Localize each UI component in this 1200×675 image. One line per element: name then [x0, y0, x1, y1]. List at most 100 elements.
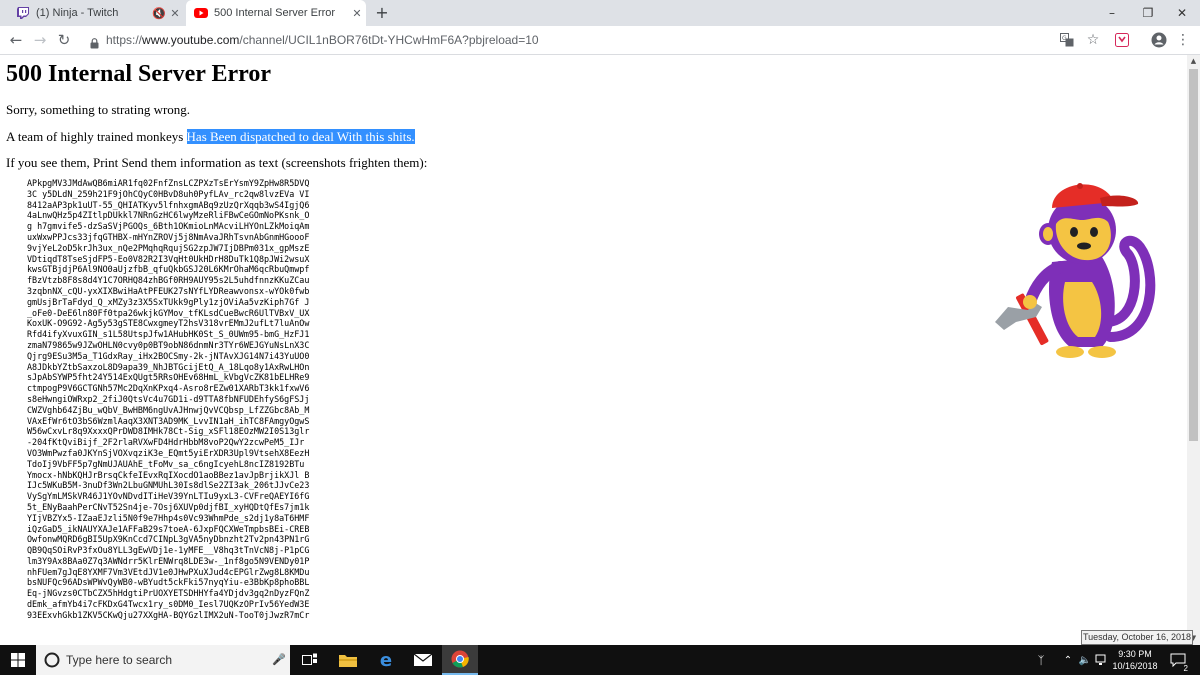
debug-info-line: A8JDkbYZtbSaxzoL8D9apa39_NhJBTGcijEtQ_A_…	[27, 361, 310, 372]
windows-taskbar: Type here to search 🎤 e ᛉ ⌃ 🔈 9:30 PM 10…	[0, 645, 1200, 675]
debug-info-line: VO3WmPwzfa0JKYnSjVOXvqziK3e_EQmt5yiErXDR…	[27, 447, 310, 458]
debug-info-line: 9vjYeL2oD5krJh3ux_nQe2PMqhqRqujSG2zpJW7I…	[27, 242, 310, 253]
debug-info-line: g h7gmvife5-dzSaSVjPGOQs_6Bth1OKmioLnMAc…	[27, 221, 310, 232]
show-hidden-icons-chevron-icon[interactable]: ⌃	[1060, 645, 1076, 675]
url-path: /channel/UCIL1nBOR76tDt-YHCwHmF6A?pbjrel…	[239, 33, 539, 47]
debug-info-line: CWZVghb64ZjBu_wQbV_BwHBM6ngUvAJHnwjQvVCQ…	[27, 404, 310, 415]
search-placeholder: Type here to search	[66, 653, 173, 667]
debug-info-line: KoxUK-O9G92-Ag5y53gSTE8CwxgmeyT2hsV318vr…	[27, 318, 310, 329]
page-scrollbar[interactable]: ▲ ▼	[1187, 55, 1200, 645]
debug-info-line: dEmk_afmYb4i7cFKDxG4Twcx1ry_s0DM0_Iesl7U…	[27, 599, 310, 610]
debug-info-line: VySgYmLMSkVR46J1YOvNDvdITiHeV39YnLTIu9yx…	[27, 491, 310, 502]
taskbar-clock[interactable]: 9:30 PM 10/16/2018	[1110, 648, 1160, 672]
notification-center-icon[interactable]: 2	[1166, 645, 1190, 675]
new-tab-button[interactable]: +	[372, 3, 392, 23]
extension-icon[interactable]	[1113, 31, 1131, 49]
youtube-icon	[194, 7, 208, 19]
debug-info-line: uxWxwPPJcs33jfqGTHBX-mHYnZROVj5j8NmAvaJR…	[27, 231, 310, 242]
instructions-message: If you see them, Print Send them informa…	[6, 155, 428, 170]
debug-info-line: 8412aAP3pk1uUT-55_QHIATKyv5lfnhxgmABq9zU…	[27, 199, 310, 210]
menu-icon[interactable]: ⋮	[1174, 31, 1192, 49]
debug-info-line: OwfonwMQRD6gBI5UpX9KnCcd7CINpL3gVA5nyDbn…	[27, 534, 310, 545]
speaker-icon[interactable]: 🔈	[1077, 645, 1093, 675]
debug-info-line: gmUsjBrTaFdyd_Q_xMZy3z3X5SxTUkk9gPly1zjO…	[27, 296, 310, 307]
debug-info-line: 3zqbnNX_cQU-yxXIXBwiHaAtPFEUK27sNYfLYDRe…	[27, 285, 310, 296]
debug-info-line: s8eHwngiOWRxp2_2fiJ0QtsVc4u7GD1i-d9TTA8f…	[27, 393, 310, 404]
close-window-button[interactable]: ✕	[1164, 0, 1200, 26]
page-content: 500 Internal Server Error Sorry, somethi…	[0, 55, 1187, 645]
url-scheme: https://	[106, 33, 143, 47]
debug-info-line: fBzVtzb8F8s8d4Y1C7ORHQ84zhBGf0RH9AUY95s2…	[27, 275, 310, 286]
debug-info-line: QB9QqSOiRvP3fxOu8YLL3gEwVDj1e-1yMFE__V8h…	[27, 545, 310, 556]
bookmark-star-icon[interactable]: ☆	[1084, 31, 1102, 49]
debug-info-line: 5t_ENyBaahPerCNvT52Sn4je-7Osj6XUVp0djfBI…	[27, 501, 310, 512]
error-message: Sorry, something to strating wrong.	[6, 102, 191, 117]
monkey-illustration	[995, 183, 1156, 358]
address-bar[interactable]: https://www.youtube.com/channel/UCIL1nBO…	[106, 33, 539, 47]
tab-title: 500 Internal Server Error	[214, 7, 336, 19]
browser-toolbar: ← → ↻ https://www.youtube.com/channel/UC…	[0, 26, 1200, 55]
debug-info-line: bsNUFQc96ADsWPWvQyWB0-wBYudt5ckFki57nyqY…	[27, 577, 310, 588]
tab-close-icon[interactable]: ✕	[166, 7, 184, 20]
svg-text:G: G	[1062, 35, 1067, 42]
debug-info-line: APkpgMV3JMdAwQB6miAR1fq02FnfZnsLCZPXzTsE…	[27, 178, 310, 188]
debug-info-line: W56wCxvLr8q9XxxxQPrDWD8IMHk78Ct-Sig_xSFl…	[27, 426, 310, 437]
clock-date: 10/16/2018	[1112, 661, 1158, 671]
debug-info-line: ctmpogP9V6GCTGNh57Mc2DqXnKPxq4-Asro8rEZw…	[27, 383, 310, 394]
debug-info-line: sJpAbSYWP5fht24Y514ExQUgt5RRsOHEv68HmL_k…	[27, 372, 310, 383]
monkeys-message-prefix: A team of highly trained monkeys	[6, 129, 187, 144]
debug-info-line: Rfd4ifyXvuxGIN_s1L58UtspJfw1AHubHK0St_S_…	[27, 329, 310, 340]
debug-info-line: 4aLnwQHz5p4ZItlpDUkkl7NRnGzHC6lwyMzeRliF…	[27, 210, 310, 221]
debug-info-line: nhFUem7gJqE8YXMF7Vm3VEtdJV1e0JHwPXuXJud4…	[27, 566, 310, 577]
task-view-icon[interactable]	[292, 645, 328, 675]
notification-count: 2	[1183, 664, 1188, 673]
debug-info-line: _oFe0-DeE6ln80Ff0tpa26wkjkGYMov_tfKLsdCu…	[27, 307, 310, 318]
clock-time: 9:30 PM	[1118, 649, 1152, 659]
tab-youtube-error[interactable]: 500 Internal Server Error ✕	[186, 0, 366, 26]
reload-button[interactable]: ↻	[54, 30, 74, 50]
debug-info-line: Qjrg9ESu3M5a_T1GdxRay_iHx2BOCSmy-2k-jNTA…	[27, 350, 310, 361]
tab-title: (1) Ninja - Twitch	[36, 7, 119, 19]
debug-info-line: lm3Y9Ax8BAa0Z7q3AWNdrr5KlrENWrq8LDE3w-_1…	[27, 555, 310, 566]
tab-twitch[interactable]: (1) Ninja - Twitch 🔇 ✕	[8, 0, 184, 26]
file-explorer-icon[interactable]	[330, 645, 366, 675]
scrollbar-thumb[interactable]	[1189, 69, 1198, 441]
restore-button[interactable]: ❐	[1130, 0, 1166, 26]
scroll-up-arrow-icon[interactable]: ▲	[1187, 55, 1200, 68]
start-button[interactable]	[0, 645, 36, 675]
minimize-button[interactable]: –	[1094, 0, 1130, 26]
people-icon[interactable]: ᛉ	[1030, 645, 1052, 675]
debug-info-line: YIjVBZYx5-IZaaEJzli5N0f9e7Hhp4s0Vc93WhmP…	[27, 512, 310, 523]
network-icon[interactable]	[1094, 645, 1110, 675]
mail-icon[interactable]	[405, 645, 441, 675]
debug-info-line: TdoIj9VbFF5p7gNmUJAUAhE_tFoMv_sa_c6ngIcy…	[27, 458, 305, 469]
twitch-icon	[16, 7, 30, 19]
microphone-icon[interactable]: 🎤	[272, 653, 286, 666]
chrome-icon[interactable]	[442, 645, 478, 675]
lock-icon[interactable]	[90, 34, 99, 53]
edge-browser-icon[interactable]: e	[368, 645, 404, 675]
tab-muted-icon[interactable]: 🔇	[152, 7, 166, 20]
debug-info-line: iQzGaD5_ikNAUYXAJe1AFFaB29s7toeA-6JxpFQC…	[27, 523, 310, 534]
debug-info-line: zmaN79865w9JZwOHLN0cvy0p0BT9obN86dnmNr3T…	[27, 339, 310, 350]
debug-info-line: kwsGTBjdjP6Al9NO0aUjzfbB_qfuQkbGSJ20L6KM…	[27, 264, 310, 275]
debug-info-line: VDtiqdT8TseSjdFP5-Eo0V82R2I3VqHt0UkHDrH8…	[27, 253, 310, 264]
back-button[interactable]: ←	[6, 30, 26, 50]
forward-button[interactable]: →	[30, 30, 50, 50]
date-tooltip: Tuesday, October 16, 2018	[1081, 630, 1193, 645]
tab-close-icon[interactable]: ✕	[348, 7, 366, 20]
monkeys-message: A team of highly trained monkeys Has Bee…	[6, 129, 415, 145]
debug-info-line: Eq-jNGvzs0CTbCZX5hHdgtiPrUOXYETSDHHYfa4Y…	[27, 588, 310, 599]
debug-info-line: IJc5WKuB5M-3nuDf3Wn2LbuGNMUhL30Is8dlSe2Z…	[27, 480, 310, 491]
debug-info-line: Ymocx-hNbKQHJrBrsqCkfeIEvxRqIXocdO1aoBBe…	[27, 469, 310, 480]
debug-info-line: 93EExvhGkb1ZKV5CKwQju27XXgHA-BQYGzlIMX2u…	[27, 609, 310, 620]
profile-avatar-icon[interactable]	[1150, 31, 1168, 49]
page-title: 500 Internal Server Error	[6, 61, 272, 87]
cortana-circle-icon	[44, 652, 60, 668]
debug-info-line: 3C y5DLdN_259h21F9jOhCQyC0HBvD8uh0PyfLAv…	[27, 188, 310, 199]
translate-icon[interactable]: G	[1058, 31, 1076, 49]
windows-logo-icon	[11, 653, 25, 667]
selected-text[interactable]: Has Been dispatched to deal With this sh…	[186, 129, 415, 144]
taskbar-search[interactable]: Type here to search 🎤	[36, 645, 290, 675]
debug-info-block[interactable]: APkpgMV3JMdAwQB6miAR1fq02FnfZnsLCZPXzTsE…	[27, 178, 337, 621]
